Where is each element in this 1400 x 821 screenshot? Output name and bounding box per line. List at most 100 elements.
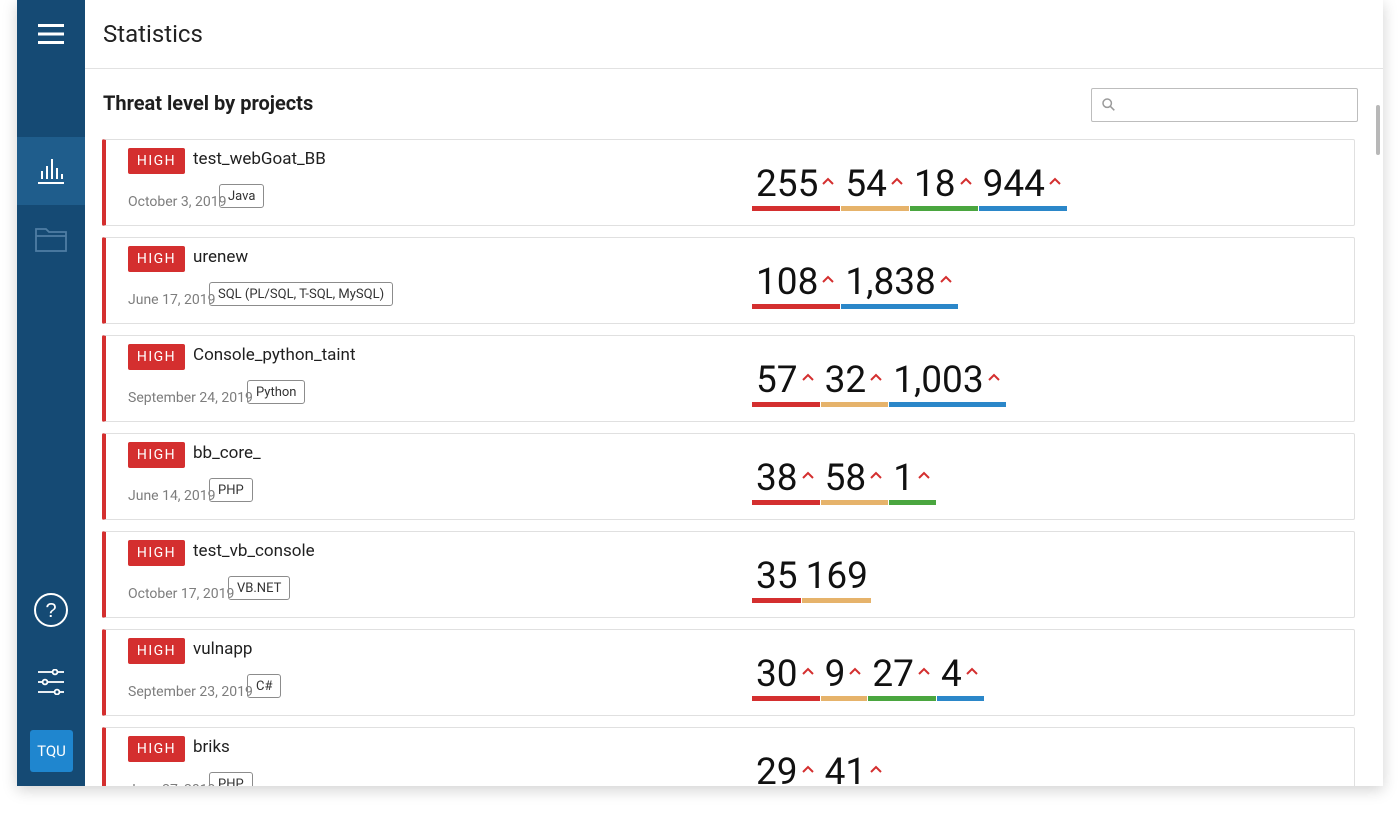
count-high[interactable]: 30	[752, 653, 820, 701]
trend-up-icon	[801, 373, 814, 381]
count-value: 35	[756, 555, 798, 598]
project-name[interactable]: test_webGoat_BB	[193, 149, 326, 169]
search-icon	[1102, 98, 1115, 111]
count-value: 1,003	[893, 359, 984, 402]
help-icon: ?	[34, 593, 68, 627]
bar-chart-icon	[38, 159, 64, 184]
threat-level-badge: HIGH	[128, 540, 185, 566]
vulnerability-counts: 29 41	[752, 746, 889, 786]
count-medium[interactable]: 32	[820, 359, 889, 407]
project-name[interactable]: vulnapp	[193, 639, 252, 659]
project-row[interactable]: HIGH vulnapp September 23, 2019 C# 30 9 27 4	[102, 629, 1355, 716]
vulnerability-counts: 255 54 18 944	[752, 158, 1068, 211]
trend-up-icon	[918, 667, 930, 675]
scan-date: June 17, 2019	[128, 292, 216, 308]
scan-date: June 27, 2019	[128, 782, 216, 786]
trend-up-icon	[801, 667, 814, 675]
header: Statistics	[85, 0, 1383, 69]
count-info[interactable]: 4	[936, 653, 984, 701]
count-low[interactable]: 18	[909, 163, 978, 211]
scrollbar[interactable]	[1376, 105, 1380, 155]
count-value: 30	[756, 653, 798, 696]
trend-up-icon	[849, 667, 862, 675]
project-name[interactable]: urenew	[193, 247, 248, 267]
count-value: 169	[805, 555, 868, 598]
trend-up-icon	[870, 471, 882, 479]
project-name[interactable]: bb_core_	[193, 443, 261, 463]
menu-icon	[38, 24, 64, 44]
count-high[interactable]: 29	[752, 751, 820, 786]
threat-level-badge: HIGH	[128, 638, 185, 664]
section-title: Threat level by projects	[103, 91, 314, 115]
count-medium[interactable]: 9	[820, 653, 868, 701]
count-value: 944	[982, 163, 1045, 206]
language-tag: Python	[247, 380, 306, 404]
trend-up-icon	[822, 177, 835, 185]
trend-up-icon	[940, 275, 952, 283]
vulnerability-counts: 30 9 27 4	[752, 648, 985, 701]
count-value: 38	[756, 457, 798, 500]
count-medium[interactable]: 41	[821, 751, 889, 786]
project-name[interactable]: Console_python_taint	[193, 345, 356, 365]
count-low[interactable]: 1	[889, 457, 936, 505]
count-value: 255	[756, 163, 819, 206]
project-row[interactable]: HIGH urenew June 17, 2019 SQL (PL/SQL, T-SQ…	[102, 237, 1355, 324]
trend-up-icon	[822, 275, 835, 283]
threat-level-badge: HIGH	[128, 246, 185, 272]
project-name[interactable]: test_vb_console	[193, 541, 315, 561]
project-name[interactable]: briks	[193, 737, 230, 757]
count-value: 27	[872, 653, 914, 696]
sidebar: ? TQU	[17, 0, 85, 786]
search-input[interactable]	[1120, 89, 1354, 121]
trend-up-icon	[987, 373, 1000, 381]
project-row[interactable]: HIGH Console_python_taint September 24, 20…	[102, 335, 1355, 422]
settings-button[interactable]	[17, 660, 85, 704]
menu-button[interactable]	[17, 0, 85, 68]
project-row[interactable]: HIGH test_webGoat_BB October 3, 2019 Java 25…	[102, 139, 1355, 226]
count-info[interactable]: 1,838	[841, 261, 958, 309]
project-list: HIGH test_webGoat_BB October 3, 2019 Java 25…	[102, 139, 1357, 786]
trend-up-icon	[801, 471, 814, 479]
count-medium[interactable]: 58	[820, 457, 889, 505]
count-high[interactable]: 57	[752, 359, 820, 407]
threat-level-badge: HIGH	[128, 442, 185, 468]
scan-date: October 17, 2019	[128, 586, 235, 602]
sliders-icon	[38, 669, 64, 695]
count-value: 29	[756, 751, 798, 786]
count-value: 4	[940, 653, 962, 696]
language-tag: Java	[219, 184, 265, 208]
scan-date: September 24, 2019	[128, 390, 253, 406]
threat-level-badge: HIGH	[128, 736, 185, 762]
language-tag: PHP	[209, 772, 253, 786]
count-value: 108	[756, 261, 819, 304]
user-avatar[interactable]: TQU	[30, 730, 73, 772]
threat-level-badge: HIGH	[128, 148, 185, 174]
count-high[interactable]: 108	[752, 261, 841, 309]
count-info[interactable]: 1,003	[889, 359, 1006, 407]
vulnerability-counts: 35 169	[752, 550, 872, 603]
count-high[interactable]: 38	[752, 457, 820, 505]
count-info[interactable]: 944	[978, 163, 1067, 211]
nav-projects[interactable]	[17, 205, 85, 273]
scan-date: June 14, 2019	[128, 488, 216, 504]
project-row[interactable]: HIGH bb_core_ June 14, 2019 PHP 38 58 1	[102, 433, 1355, 520]
folder-icon	[35, 228, 67, 252]
count-low[interactable]: 27	[868, 653, 936, 701]
vulnerability-counts: 38 58 1	[752, 452, 937, 505]
svg-text:?: ?	[45, 600, 56, 622]
count-medium[interactable]: 54	[841, 163, 909, 211]
search-box[interactable]	[1091, 88, 1358, 122]
page-title: Statistics	[103, 20, 203, 48]
nav-statistics[interactable]	[17, 137, 85, 205]
project-row[interactable]: HIGH test_vb_console October 17, 2019 VB.NE…	[102, 531, 1355, 618]
help-button[interactable]: ?	[17, 588, 85, 632]
language-tag: VB.NET	[228, 576, 291, 600]
trend-up-icon	[959, 177, 972, 185]
project-row[interactable]: HIGH briks June 27, 2019PHP 29 41	[102, 727, 1355, 786]
count-high[interactable]: 35	[752, 555, 801, 603]
count-medium[interactable]: 169	[801, 555, 871, 603]
count-value: 58	[824, 457, 867, 500]
count-high[interactable]: 255	[752, 163, 841, 211]
trend-up-icon	[1049, 177, 1061, 185]
trend-up-icon	[870, 373, 882, 381]
